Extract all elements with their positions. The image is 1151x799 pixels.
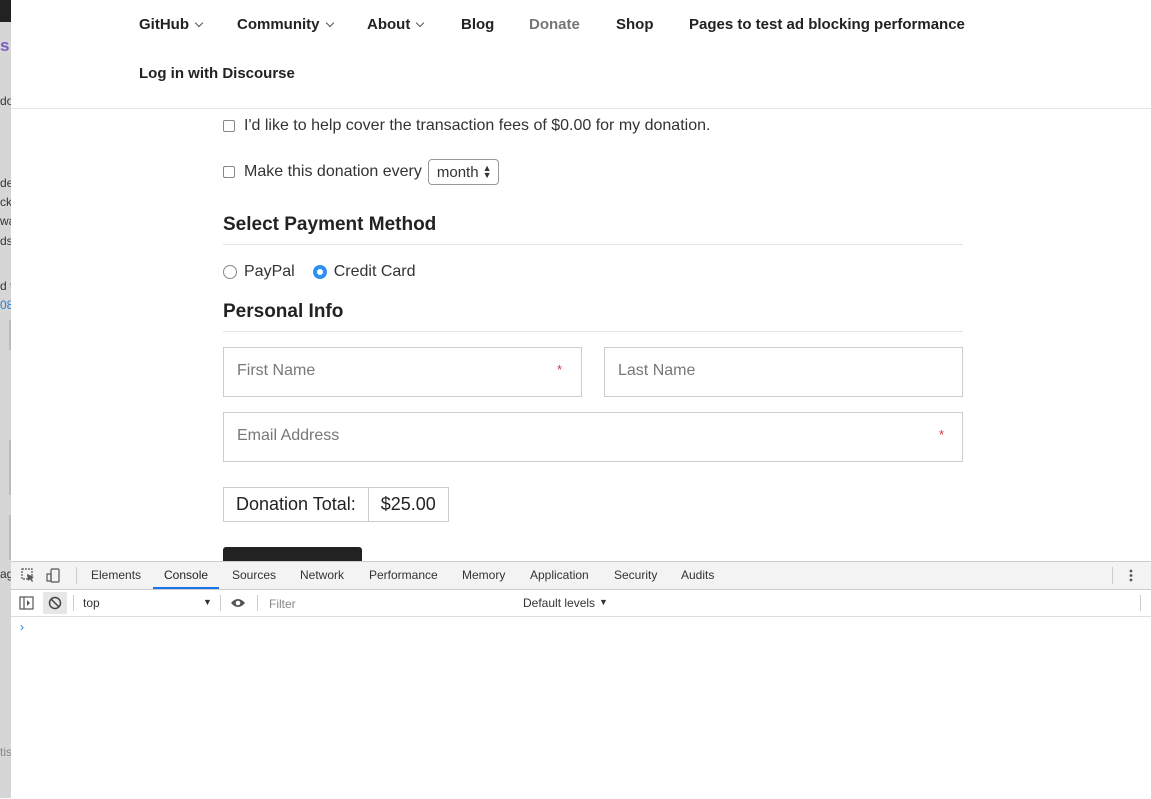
more-options-icon[interactable] (1127, 568, 1135, 583)
recurring-label: Make this donation every (244, 163, 422, 180)
nav-item-github[interactable]: GitHub (139, 16, 204, 33)
credit-card-radio[interactable] (312, 265, 327, 279)
toolbar-separator (76, 567, 77, 584)
tab-memory[interactable]: Memory (462, 562, 505, 589)
recurring-period-select[interactable]: month ▲ ▼ (427, 159, 499, 185)
tab-security[interactable]: Security (614, 562, 657, 589)
top-navigation: GitHub Community About Blog Donate Shop … (11, 0, 1151, 109)
nav-item-shop[interactable]: Shop (616, 16, 654, 33)
log-levels-dropdown[interactable]: Default levels ▼ (521, 590, 621, 616)
background-page-sliver: s do de ck wa ds d t 08 ag tis (0, 0, 11, 798)
background-dark-block (0, 0, 11, 22)
donation-total-amount: $25.00 (380, 494, 436, 514)
background-fragment: ck (0, 195, 11, 209)
device-toolbar-icon[interactable] (46, 568, 61, 583)
first-name-field[interactable]: First Name * (223, 347, 582, 397)
clear-console-icon (48, 596, 62, 610)
clear-console-button[interactable] (43, 592, 67, 614)
chevron-down-icon (325, 18, 334, 28)
background-fragment: ag (0, 567, 11, 581)
tab-performance[interactable]: Performance (369, 562, 438, 589)
select-arrows-icon: ▲ ▼ (482, 163, 492, 180)
devtools-panel: Elements Console Sources Network Perform… (11, 561, 1151, 799)
background-link-fragment: 08 (0, 298, 11, 312)
last-name-field[interactable]: Last Name (604, 347, 963, 397)
payment-method-heading: Select Payment Method (223, 214, 437, 235)
nav-item-donate[interactable]: Donate (529, 16, 580, 33)
tab-sources[interactable]: Sources (232, 562, 276, 589)
recurring-checkbox[interactable] (223, 166, 235, 178)
tab-network[interactable]: Network (300, 562, 344, 589)
cover-fees-row: I'd like to help cover the transaction f… (223, 117, 710, 135)
background-fragment: d t (0, 279, 11, 293)
cover-fees-checkbox[interactable] (223, 120, 235, 132)
toolbar-separator (73, 595, 74, 611)
dropdown-arrow-icon: ▼ (599, 597, 608, 607)
required-marker: * (939, 427, 945, 442)
nav-item-adblock-pages[interactable]: Pages to test ad blocking performance (689, 16, 965, 33)
tab-application[interactable]: Application (530, 562, 589, 589)
background-fragment: ds (0, 234, 11, 248)
background-fragment: tis (0, 745, 11, 759)
context-selector[interactable]: top ▼ (75, 590, 219, 616)
chevron-down-icon (416, 18, 425, 28)
background-fragment: s (0, 36, 10, 55)
nav-item-login[interactable]: Log in with Discourse (139, 65, 295, 82)
divider (223, 331, 963, 332)
devtools-tabbar: Elements Console Sources Network Perform… (11, 562, 1151, 590)
console-filter-input[interactable]: Filter (261, 592, 511, 614)
donation-total-label: Donation Total: (224, 488, 369, 521)
nav-item-community[interactable]: Community (237, 16, 334, 33)
paypal-radio[interactable] (223, 265, 237, 279)
toolbar-separator (1112, 567, 1113, 584)
toolbar-separator (257, 595, 258, 611)
donate-submit-button[interactable] (223, 547, 362, 561)
donation-page: GitHub Community About Blog Donate Shop … (11, 0, 1151, 561)
tab-console[interactable]: Console (153, 562, 220, 589)
toolbar-separator (1140, 595, 1141, 611)
console-toolbar: top ▼ Filter Default levels ▼ (11, 590, 1151, 617)
personal-info-heading: Personal Info (223, 301, 344, 322)
nav-item-about[interactable]: About (367, 16, 425, 33)
cover-fees-label: I'd like to help cover the transaction f… (244, 117, 711, 134)
tab-audits[interactable]: Audits (681, 562, 714, 589)
background-fragment: do (0, 94, 11, 108)
recurring-row: Make this donation every month ▲ ▼ (223, 159, 499, 185)
background-fragment: de (0, 176, 11, 190)
email-field[interactable]: Email Address * (223, 412, 963, 462)
donation-total: Donation Total: $25.00 (223, 487, 449, 522)
nav-item-blog[interactable]: Blog (461, 16, 494, 33)
payment-method-options: PayPal Credit Card (223, 263, 416, 281)
chevron-down-icon (194, 18, 204, 28)
toolbar-separator (220, 595, 221, 611)
credit-card-label[interactable]: Credit Card (334, 263, 416, 281)
divider (223, 244, 963, 245)
show-sidebar-icon[interactable] (19, 596, 34, 610)
background-fragment: wa (0, 214, 11, 228)
inspect-element-icon[interactable] (21, 568, 36, 583)
console-prompt[interactable]: › (20, 620, 24, 634)
required-marker: * (557, 362, 563, 377)
tab-elements[interactable]: Elements (91, 562, 141, 589)
paypal-label[interactable]: PayPal (244, 263, 295, 281)
dropdown-arrow-icon: ▼ (203, 597, 212, 607)
eye-icon[interactable] (230, 597, 246, 609)
